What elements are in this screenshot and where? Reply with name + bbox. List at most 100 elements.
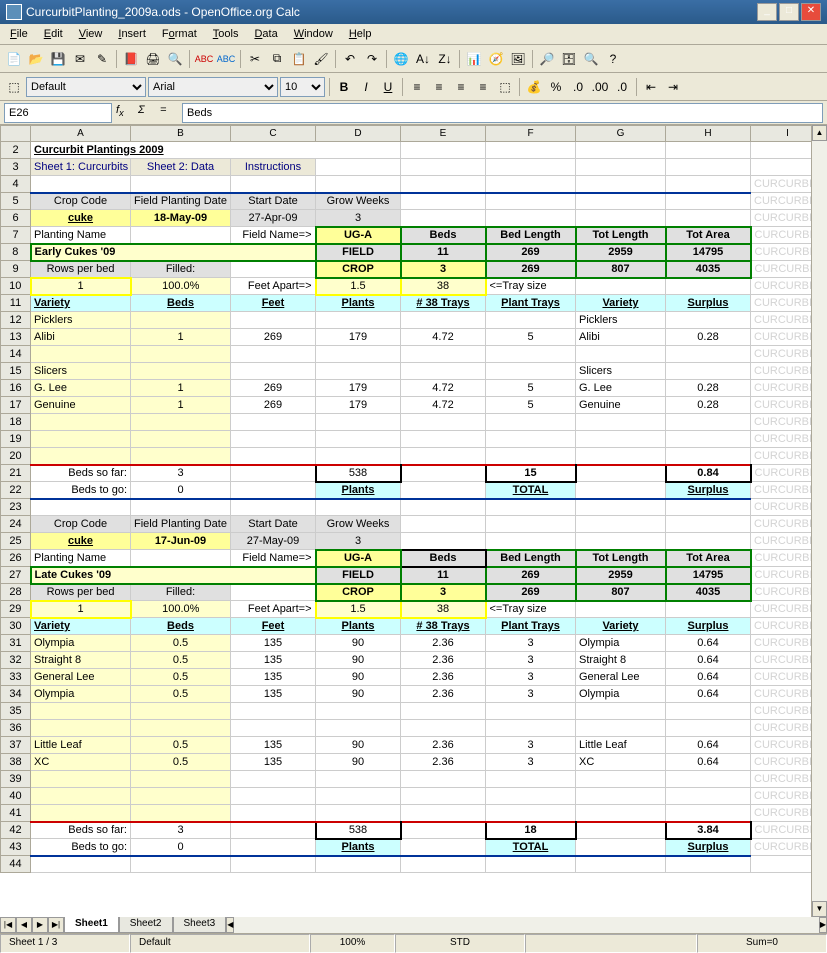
bold-button[interactable]: B — [334, 77, 354, 97]
close-button[interactable]: ✕ — [801, 3, 821, 21]
align-left-icon[interactable]: ≡ — [407, 77, 427, 97]
style-select[interactable]: Default — [26, 77, 146, 97]
number-icon[interactable]: .0 — [568, 77, 588, 97]
spreadsheet-grid[interactable]: ABC DEF GHI 2Curcurbit Plantings 2009 3S… — [0, 125, 827, 917]
scroll-right-icon[interactable]: ▶ — [819, 917, 827, 933]
first-sheet-icon[interactable]: |◀ — [0, 917, 16, 933]
align-center-icon[interactable]: ≡ — [429, 77, 449, 97]
zoom-icon[interactable]: 🔍 — [581, 49, 601, 69]
increase-indent-icon[interactable]: ⇥ — [663, 77, 683, 97]
table-row[interactable]: 15 Slicers Slicers CURCURBITS — [1, 363, 812, 380]
menu-edit[interactable]: Edit — [38, 26, 69, 42]
autospell-icon[interactable]: ABC — [216, 49, 236, 69]
maximize-button[interactable]: □ — [779, 3, 799, 21]
print-icon[interactable]: 🖨 — [143, 49, 163, 69]
spellcheck-icon[interactable]: ABC — [194, 49, 214, 69]
help-icon[interactable]: ? — [603, 49, 623, 69]
scroll-down-icon[interactable]: ▼ — [812, 901, 827, 917]
paste-icon[interactable]: 📋 — [289, 49, 309, 69]
navigator-icon[interactable]: 🧭 — [486, 49, 506, 69]
hyperlink-icon[interactable]: 🌐 — [391, 49, 411, 69]
chart-icon[interactable]: 📊 — [464, 49, 484, 69]
menu-tools[interactable]: Tools — [207, 26, 245, 42]
vertical-scrollbar[interactable]: ▲ ▼ — [811, 125, 827, 917]
next-sheet-icon[interactable]: ▶ — [32, 917, 48, 933]
scroll-left-icon[interactable]: ◀ — [226, 917, 234, 933]
scroll-up-icon[interactable]: ▲ — [812, 125, 827, 141]
email-icon[interactable]: ✉ — [70, 49, 90, 69]
table-row[interactable]: 18 CURCURBITS — [1, 414, 812, 431]
menu-help[interactable]: Help — [343, 26, 378, 42]
table-row[interactable]: 37 Little Leaf0.5 135902.36 3Little Leaf… — [1, 737, 812, 754]
table-row[interactable]: 13 Alibi1 2691794.72 5Alibi0.28 CURCURBI… — [1, 329, 812, 346]
last-sheet-icon[interactable]: ▶| — [48, 917, 64, 933]
horizontal-scrollbar[interactable]: ◀ ▶ — [226, 917, 827, 933]
menu-file[interactable]: File — [4, 26, 34, 42]
undo-icon[interactable]: ↶ — [340, 49, 360, 69]
minimize-button[interactable]: _ — [757, 3, 777, 21]
sort-desc-icon[interactable]: Z↓ — [435, 49, 455, 69]
percent-icon[interactable]: % — [546, 77, 566, 97]
add-decimal-icon[interactable]: .00 — [590, 77, 610, 97]
table-row[interactable]: 36 CURCURBITS — [1, 720, 812, 737]
table-row[interactable]: 31 Olympia0.5 135902.36 3Olympia0.64 CUR… — [1, 635, 812, 652]
sheet-nav-button[interactable]: Instructions — [231, 159, 316, 176]
table-row[interactable]: 12 Picklers Picklers CURCURBITS — [1, 312, 812, 329]
name-box[interactable] — [4, 103, 112, 123]
table-row[interactable]: 41 CURCURBITS — [1, 805, 812, 822]
sort-asc-icon[interactable]: A↓ — [413, 49, 433, 69]
menu-insert[interactable]: Insert — [112, 26, 152, 42]
remove-decimal-icon[interactable]: .0 — [612, 77, 632, 97]
table-row[interactable]: 17 Genuine1 2691794.72 5Genuine0.28 CURC… — [1, 397, 812, 414]
pdf-icon[interactable]: 📕 — [121, 49, 141, 69]
font-select[interactable]: Arial — [148, 77, 278, 97]
italic-button[interactable]: I — [356, 77, 376, 97]
cut-icon[interactable]: ✂ — [245, 49, 265, 69]
menu-window[interactable]: Window — [288, 26, 339, 42]
table-row[interactable]: 38 XC0.5 135902.36 3XC0.64 CURCURBITS — [1, 754, 812, 771]
data-source-icon[interactable]: 🗄 — [559, 49, 579, 69]
sheet-tab[interactable]: Sheet3 — [173, 917, 227, 933]
redo-icon[interactable]: ↷ — [362, 49, 382, 69]
decrease-indent-icon[interactable]: ⇤ — [641, 77, 661, 97]
find-icon[interactable]: 🔎 — [537, 49, 557, 69]
formula-input[interactable] — [182, 103, 823, 123]
status-zoom[interactable]: 100% — [310, 934, 395, 953]
styles-icon[interactable]: ⬚ — [4, 77, 24, 97]
table-row[interactable]: 19 CURCURBITS — [1, 431, 812, 448]
table-row[interactable]: 35 CURCURBITS — [1, 703, 812, 720]
sheet-nav-button[interactable]: Sheet 2: Data — [131, 159, 231, 176]
table-row[interactable]: 39 CURCURBITS — [1, 771, 812, 788]
sheet-tab[interactable]: Sheet1 — [64, 917, 119, 933]
underline-button[interactable]: U — [378, 77, 398, 97]
table-row[interactable]: 14 CURCURBITS — [1, 346, 812, 363]
table-row[interactable]: 33 General Lee0.5 135902.36 3General Lee… — [1, 669, 812, 686]
format-paint-icon[interactable]: 🖌 — [311, 49, 331, 69]
align-right-icon[interactable]: ≡ — [451, 77, 471, 97]
table-row[interactable]: 40 CURCURBITS — [1, 788, 812, 805]
edit-icon[interactable]: ✎ — [92, 49, 112, 69]
gallery-icon[interactable]: 🖼 — [508, 49, 528, 69]
menu-data[interactable]: Data — [248, 26, 283, 42]
new-icon[interactable]: 📄 — [4, 49, 24, 69]
currency-icon[interactable]: 💰 — [524, 77, 544, 97]
table-row[interactable]: 34 Olympia0.5 135902.36 3Olympia0.64 CUR… — [1, 686, 812, 703]
prev-sheet-icon[interactable]: ◀ — [16, 917, 32, 933]
save-icon[interactable]: 💾 — [48, 49, 68, 69]
align-justify-icon[interactable]: ≡ — [473, 77, 493, 97]
table-row[interactable]: 32 Straight 80.5 135902.36 3Straight 80.… — [1, 652, 812, 669]
column-headers[interactable]: ABC DEF GHI — [1, 126, 812, 142]
preview-icon[interactable]: 🔍 — [165, 49, 185, 69]
table-row[interactable]: 16 G. Lee1 2691794.72 5G. Lee0.28 CURCUR… — [1, 380, 812, 397]
sum-icon[interactable]: Σ — [138, 104, 156, 122]
fontsize-select[interactable]: 10 — [280, 77, 325, 97]
menu-view[interactable]: View — [73, 26, 109, 42]
merge-icon[interactable]: ⬚ — [495, 77, 515, 97]
sheet-tab[interactable]: Sheet2 — [119, 917, 173, 933]
copy-icon[interactable]: ⧉ — [267, 49, 287, 69]
sheet-nav-button[interactable]: Sheet 1: Curcurbits — [31, 159, 131, 176]
equals-icon[interactable]: = — [160, 104, 178, 122]
table-row[interactable]: 20 CURCURBITS — [1, 448, 812, 465]
open-icon[interactable]: 📂 — [26, 49, 46, 69]
menu-format[interactable]: Format — [156, 26, 203, 42]
